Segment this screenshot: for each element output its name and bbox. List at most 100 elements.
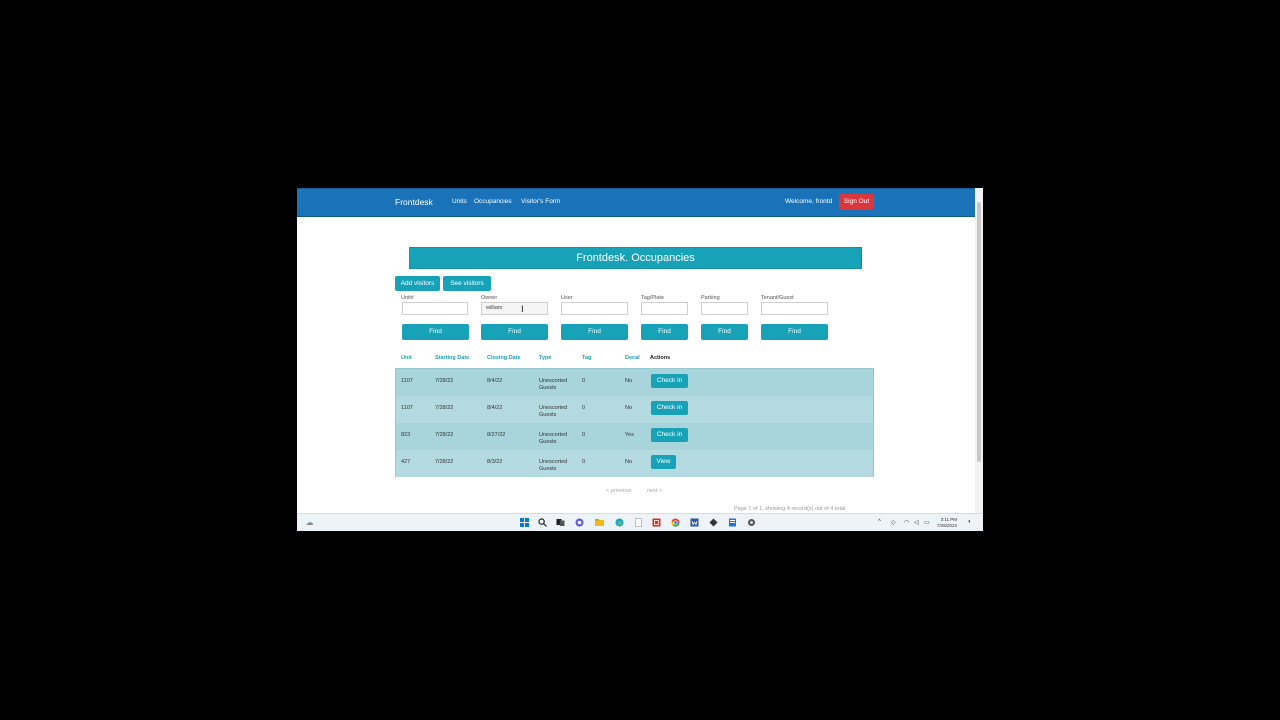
see-visitors-button[interactable]: See visitors [443, 276, 491, 291]
cell-start: 7/28/22 [435, 405, 454, 411]
weather-icon[interactable]: ☁ [305, 518, 314, 527]
task-view-icon[interactable] [556, 518, 565, 527]
cell-type: Unescorted Guests [539, 459, 567, 473]
text-cursor-icon: I [521, 305, 524, 315]
unit-filter-input[interactable] [402, 302, 468, 315]
cell-start: 7/28/22 [435, 432, 454, 438]
pager-next[interactable]: next > [647, 488, 662, 494]
cell-type: Unescorted Guests [539, 378, 567, 392]
add-visitors-button[interactable]: Add visitors [395, 276, 440, 291]
cell-close: 8/27/22 [487, 432, 506, 438]
page-title: Frontdesk. Occupancies [409, 247, 862, 269]
cell-start: 7/28/22 [435, 459, 454, 465]
owner-filter-input[interactable]: william [481, 302, 548, 315]
owner-filter-label: Owner [481, 295, 498, 301]
cell-decal: Yes [625, 432, 634, 438]
chrome-icon[interactable] [671, 518, 680, 527]
cell-type-line1: Unescorted [539, 405, 568, 411]
tag-plate-filter-label: Tag/Plate [641, 295, 664, 301]
view-button[interactable]: View [651, 455, 676, 469]
windows-taskbar: ☁ ^ ◇ ◠ ◁ ▭ 3:11 PM 7/28/2022 ◐ [297, 513, 983, 531]
table-row: 427 7/28/22 8/3/22 Unescorted Guests 0 No… [396, 450, 873, 477]
cell-unit: 427 [401, 459, 411, 465]
cell-unit: 823 [401, 432, 411, 438]
file-explorer-icon[interactable] [595, 518, 604, 527]
taskbar-clock[interactable]: 3:11 PM 7/28/2022 [937, 517, 957, 529]
clock-date: 7/28/2022 [937, 523, 958, 528]
cell-decal: No [625, 378, 633, 384]
notepad-icon[interactable] [634, 518, 643, 527]
wifi-icon[interactable]: ◠ [904, 519, 909, 526]
cell-decal: No [625, 405, 633, 411]
cell-type: Unescorted Guests [539, 405, 567, 419]
cell-close: 8/4/22 [487, 378, 503, 384]
header-decal[interactable]: Decal [625, 355, 640, 361]
chat-icon[interactable] [575, 518, 584, 527]
windows-start-icon[interactable] [520, 518, 529, 527]
cell-decal: No [625, 459, 633, 465]
tenant-guest-filter-label: Tenant/Guest [761, 295, 794, 301]
cell-type-line2: Guests [539, 439, 557, 445]
header-closing-date[interactable]: Closing Date [487, 355, 521, 361]
header-starting-date[interactable]: Starting Date [435, 355, 469, 361]
cell-type-line2: Guests [539, 412, 557, 418]
cell-tag: 0 [582, 378, 586, 384]
sign-out-button[interactable]: Sign Out [839, 194, 874, 210]
battery-icon[interactable]: ▭ [924, 519, 930, 526]
gear-icon[interactable] [747, 518, 756, 527]
nav-units[interactable]: Units [452, 198, 467, 205]
cell-tag: 0 [582, 432, 586, 438]
header-unit[interactable]: Unit [401, 355, 412, 361]
browser-screen: Frontdesk Units Occupancies Visitor's Fo… [297, 188, 983, 531]
page-info: Page 1 of 1, showing 4 record(s) out of … [734, 506, 846, 512]
speaker-icon[interactable]: ◁ [914, 519, 919, 526]
tenant-guest-filter-input[interactable] [761, 302, 828, 315]
check-in-button[interactable]: Check in [651, 401, 688, 415]
cell-type-line1: Unescorted [539, 459, 568, 465]
find-owner-button[interactable]: Find [481, 324, 548, 340]
notification-icon[interactable]: ◐ [968, 519, 972, 525]
cell-type: Unescorted Guests [539, 432, 567, 446]
check-in-button[interactable]: Check in [651, 374, 688, 388]
parking-filter-input[interactable] [701, 302, 748, 315]
cell-close: 8/4/22 [487, 405, 503, 411]
occupancy-table: 1107 7/28/22 8/4/22 Unescorted Guests 0 N… [395, 368, 874, 477]
search-icon[interactable] [538, 518, 547, 527]
table-row: 1107 7/28/22 8/4/22 Unescorted Guests 0 N… [396, 369, 873, 396]
header-tag[interactable]: Tag [582, 355, 591, 361]
cell-type-line1: Unescorted [539, 432, 568, 438]
cell-start: 7/28/22 [435, 378, 454, 384]
scrollbar-thumb[interactable] [977, 202, 981, 462]
find-tag-plate-button[interactable]: Find [641, 324, 688, 340]
find-unit-button[interactable]: Find [402, 324, 469, 340]
find-parking-button[interactable]: Find [701, 324, 748, 340]
word-icon[interactable] [690, 518, 699, 527]
cell-tag: 0 [582, 459, 586, 465]
location-icon[interactable]: ◇ [891, 519, 896, 526]
user-filter-input[interactable] [561, 302, 628, 315]
cell-unit: 1107 [401, 378, 413, 384]
header-type[interactable]: Type [539, 355, 551, 361]
nav-occupancies[interactable]: Occupancies [474, 198, 512, 205]
welcome-text: Welcome, frontd [785, 198, 833, 205]
settings-icon[interactable] [728, 518, 737, 527]
pdf-icon[interactable] [652, 518, 661, 527]
check-in-button[interactable]: Check in [651, 428, 688, 442]
parking-filter-label: Parking [701, 295, 720, 301]
cell-unit: 1107 [401, 405, 413, 411]
brand-link[interactable]: Frontdesk [395, 197, 433, 207]
cell-close: 8/3/22 [487, 459, 503, 465]
table-row: 1107 7/28/22 8/4/22 Unescorted Guests 0 N… [396, 396, 873, 423]
cell-type-line2: Guests [539, 385, 557, 391]
nav-visitors-form[interactable]: Visitor's Form [521, 198, 560, 205]
edge-icon[interactable] [615, 518, 624, 527]
tag-plate-filter-input[interactable] [641, 302, 688, 315]
chevron-up-icon[interactable]: ^ [878, 519, 881, 525]
pager-previous[interactable]: < previous [606, 488, 632, 494]
find-tenant-guest-button[interactable]: Find [761, 324, 828, 340]
app-icon[interactable] [709, 518, 718, 527]
user-filter-label: User [561, 295, 573, 301]
table-row: 823 7/28/22 8/27/22 Unescorted Guests 0 Y… [396, 423, 873, 450]
cell-type-line1: Unescorted [539, 378, 568, 384]
find-user-button[interactable]: Find [561, 324, 628, 340]
